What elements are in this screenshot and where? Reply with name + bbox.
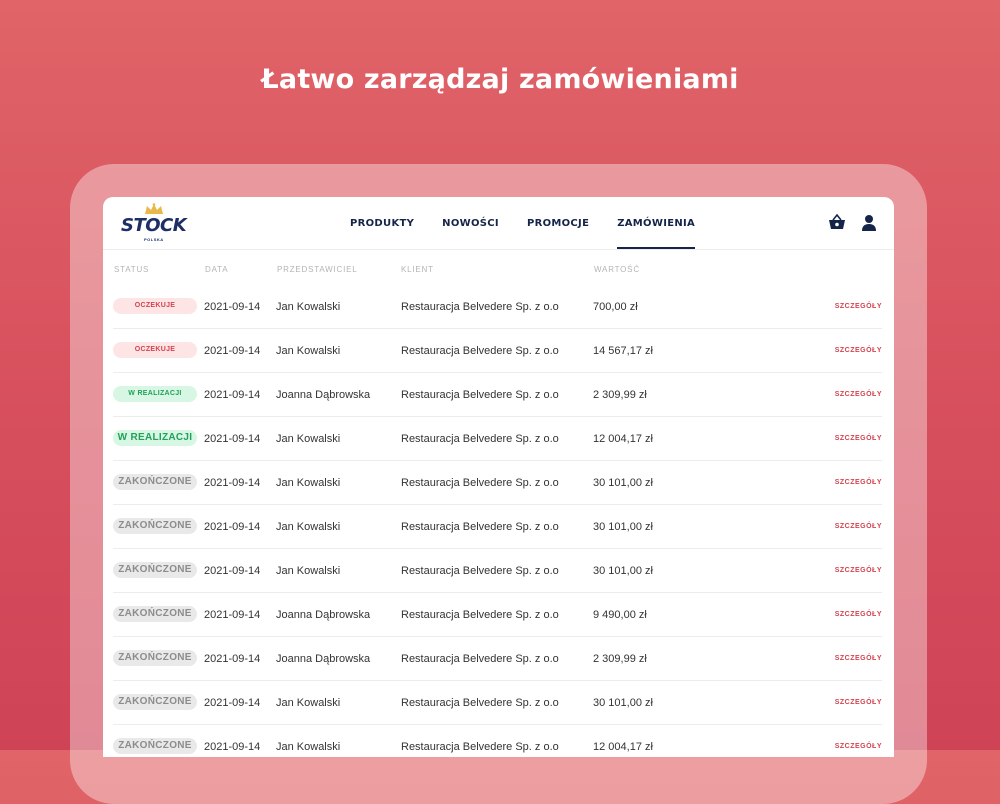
order-client: Restauracja Belvedere Sp. z o.o xyxy=(401,301,559,313)
order-date: 2021-09-14 xyxy=(204,521,261,533)
table-row[interactable]: W REALIZACJI 2021-09-14 Joanna Dąbrowska… xyxy=(103,373,894,417)
table-row[interactable]: ZAKOŃCZONE 2021-09-14 Joanna Dąbrowska R… xyxy=(103,637,894,681)
details-link[interactable]: SZCZEGÓŁY xyxy=(835,549,882,593)
status-badge: OCZEKUJE xyxy=(113,298,197,314)
brand-sub: POLSKA xyxy=(144,237,164,242)
order-value: 30 101,00 zł xyxy=(593,697,653,709)
details-link[interactable]: SZCZEGÓŁY xyxy=(835,505,882,549)
crown-icon xyxy=(145,203,163,214)
orders-table-body: OCZEKUJE 2021-09-14 Jan Kowalski Restaur… xyxy=(103,285,894,757)
order-client: Restauracja Belvedere Sp. z o.o xyxy=(401,609,559,621)
order-value: 30 101,00 zł xyxy=(593,565,653,577)
order-value: 30 101,00 zł xyxy=(593,477,653,489)
details-link[interactable]: SZCZEGÓŁY xyxy=(835,373,882,417)
top-navigation-bar: STOCK POLSKA PRODUKTY NOWOŚCI PROMOCJE Z… xyxy=(103,197,894,250)
order-client: Restauracja Belvedere Sp. z o.o xyxy=(401,521,559,533)
status-badge: ZAKOŃCZONE xyxy=(113,606,197,622)
order-date: 2021-09-14 xyxy=(204,477,261,489)
order-value: 12 004,17 zł xyxy=(593,741,653,753)
details-link[interactable]: SZCZEGÓŁY xyxy=(835,681,882,725)
table-row[interactable]: ZAKOŃCZONE 2021-09-14 Joanna Dąbrowska R… xyxy=(103,593,894,637)
order-client: Restauracja Belvedere Sp. z o.o xyxy=(401,345,559,357)
status-badge: ZAKOŃCZONE xyxy=(113,518,197,534)
order-client: Restauracja Belvedere Sp. z o.o xyxy=(401,433,559,445)
table-row[interactable]: ZAKOŃCZONE 2021-09-14 Jan Kowalski Resta… xyxy=(103,725,894,757)
status-badge: OCZEKUJE xyxy=(113,342,197,358)
order-date: 2021-09-14 xyxy=(204,345,261,357)
order-value: 30 101,00 zł xyxy=(593,521,653,533)
page-headline: Łatwo zarządzaj zamówieniami xyxy=(261,64,739,95)
order-rep: Jan Kowalski xyxy=(276,477,341,489)
order-rep: Joanna Dąbrowska xyxy=(276,609,371,621)
details-link[interactable]: SZCZEGÓŁY xyxy=(835,725,882,757)
order-rep: Jan Kowalski xyxy=(276,697,341,709)
user-icon[interactable] xyxy=(859,213,879,233)
details-link[interactable]: SZCZEGÓŁY xyxy=(835,593,882,637)
order-value: 2 309,99 zł xyxy=(593,389,647,401)
order-value: 2 309,99 zł xyxy=(593,653,647,665)
status-badge: ZAKOŃCZONE xyxy=(113,694,197,710)
order-date: 2021-09-14 xyxy=(204,433,261,445)
table-row[interactable]: OCZEKUJE 2021-09-14 Jan Kowalski Restaur… xyxy=(103,329,894,373)
details-link[interactable]: SZCZEGÓŁY xyxy=(835,329,882,373)
order-rep: Jan Kowalski xyxy=(276,741,341,753)
order-date: 2021-09-14 xyxy=(204,301,261,313)
nav-item-nowosci[interactable]: NOWOŚCI xyxy=(442,197,499,249)
order-value: 700,00 zł xyxy=(593,301,638,313)
table-row[interactable]: ZAKOŃCZONE 2021-09-14 Jan Kowalski Resta… xyxy=(103,549,894,593)
header-status: STATUS xyxy=(114,265,150,274)
order-client: Restauracja Belvedere Sp. z o.o xyxy=(401,565,559,577)
order-client: Restauracja Belvedere Sp. z o.o xyxy=(401,477,559,489)
order-rep: Jan Kowalski xyxy=(276,301,341,313)
details-link[interactable]: SZCZEGÓŁY xyxy=(835,637,882,681)
status-badge: ZAKOŃCZONE xyxy=(113,562,197,578)
order-date: 2021-09-14 xyxy=(204,565,261,577)
table-row[interactable]: OCZEKUJE 2021-09-14 Jan Kowalski Restaur… xyxy=(103,285,894,329)
status-badge: ZAKOŃCZONE xyxy=(113,650,197,666)
nav-item-promocje[interactable]: PROMOCJE xyxy=(527,197,589,249)
order-client: Restauracja Belvedere Sp. z o.o xyxy=(401,653,559,665)
table-row[interactable]: ZAKOŃCZONE 2021-09-14 Jan Kowalski Resta… xyxy=(103,681,894,725)
nav-item-zamowienia[interactable]: ZAMÓWIENIA xyxy=(617,197,695,249)
table-row[interactable]: ZAKOŃCZONE 2021-09-14 Jan Kowalski Resta… xyxy=(103,505,894,549)
details-link[interactable]: SZCZEGÓŁY xyxy=(835,417,882,461)
order-rep: Jan Kowalski xyxy=(276,433,341,445)
details-link[interactable]: SZCZEGÓŁY xyxy=(835,461,882,505)
stock-logo[interactable]: STOCK POLSKA xyxy=(121,203,187,243)
order-client: Restauracja Belvedere Sp. z o.o xyxy=(401,697,559,709)
order-client: Restauracja Belvedere Sp. z o.o xyxy=(401,389,559,401)
status-badge: W REALIZACJI xyxy=(113,386,197,402)
order-value: 14 567,17 zł xyxy=(593,345,653,357)
order-value: 9 490,00 zł xyxy=(593,609,647,621)
order-date: 2021-09-14 xyxy=(204,697,261,709)
order-rep: Jan Kowalski xyxy=(276,521,341,533)
order-rep: Joanna Dąbrowska xyxy=(276,389,371,401)
status-badge: ZAKOŃCZONE xyxy=(113,474,197,490)
header-rep: PRZEDSTAWICIEL xyxy=(277,265,358,274)
header-date: DATA xyxy=(205,265,229,274)
status-badge: W REALIZACJI xyxy=(113,430,197,446)
order-date: 2021-09-14 xyxy=(204,653,261,665)
order-rep: Jan Kowalski xyxy=(276,345,341,357)
basket-icon[interactable] xyxy=(827,213,847,233)
order-rep: Joanna Dąbrowska xyxy=(276,653,371,665)
header-client: KLIENT xyxy=(401,265,434,274)
table-header: STATUS DATA PRZEDSTAWICIEL KLIENT WARTOŚ… xyxy=(103,265,894,281)
order-date: 2021-09-14 xyxy=(204,741,261,753)
header-value: WARTOŚĆ xyxy=(594,265,640,274)
table-row[interactable]: W REALIZACJI 2021-09-14 Jan Kowalski Res… xyxy=(103,417,894,461)
app-screen: STOCK POLSKA PRODUKTY NOWOŚCI PROMOCJE Z… xyxy=(103,197,894,757)
order-date: 2021-09-14 xyxy=(204,389,261,401)
status-badge: ZAKOŃCZONE xyxy=(113,738,197,754)
order-client: Restauracja Belvedere Sp. z o.o xyxy=(401,741,559,753)
order-date: 2021-09-14 xyxy=(204,609,261,621)
brand-name: STOCK xyxy=(121,215,187,236)
order-value: 12 004,17 zł xyxy=(593,433,653,445)
order-rep: Jan Kowalski xyxy=(276,565,341,577)
details-link[interactable]: SZCZEGÓŁY xyxy=(835,285,882,329)
table-row[interactable]: ZAKOŃCZONE 2021-09-14 Jan Kowalski Resta… xyxy=(103,461,894,505)
main-nav: PRODUKTY NOWOŚCI PROMOCJE ZAMÓWIENIA xyxy=(350,197,723,249)
nav-item-produkty[interactable]: PRODUKTY xyxy=(350,197,414,249)
